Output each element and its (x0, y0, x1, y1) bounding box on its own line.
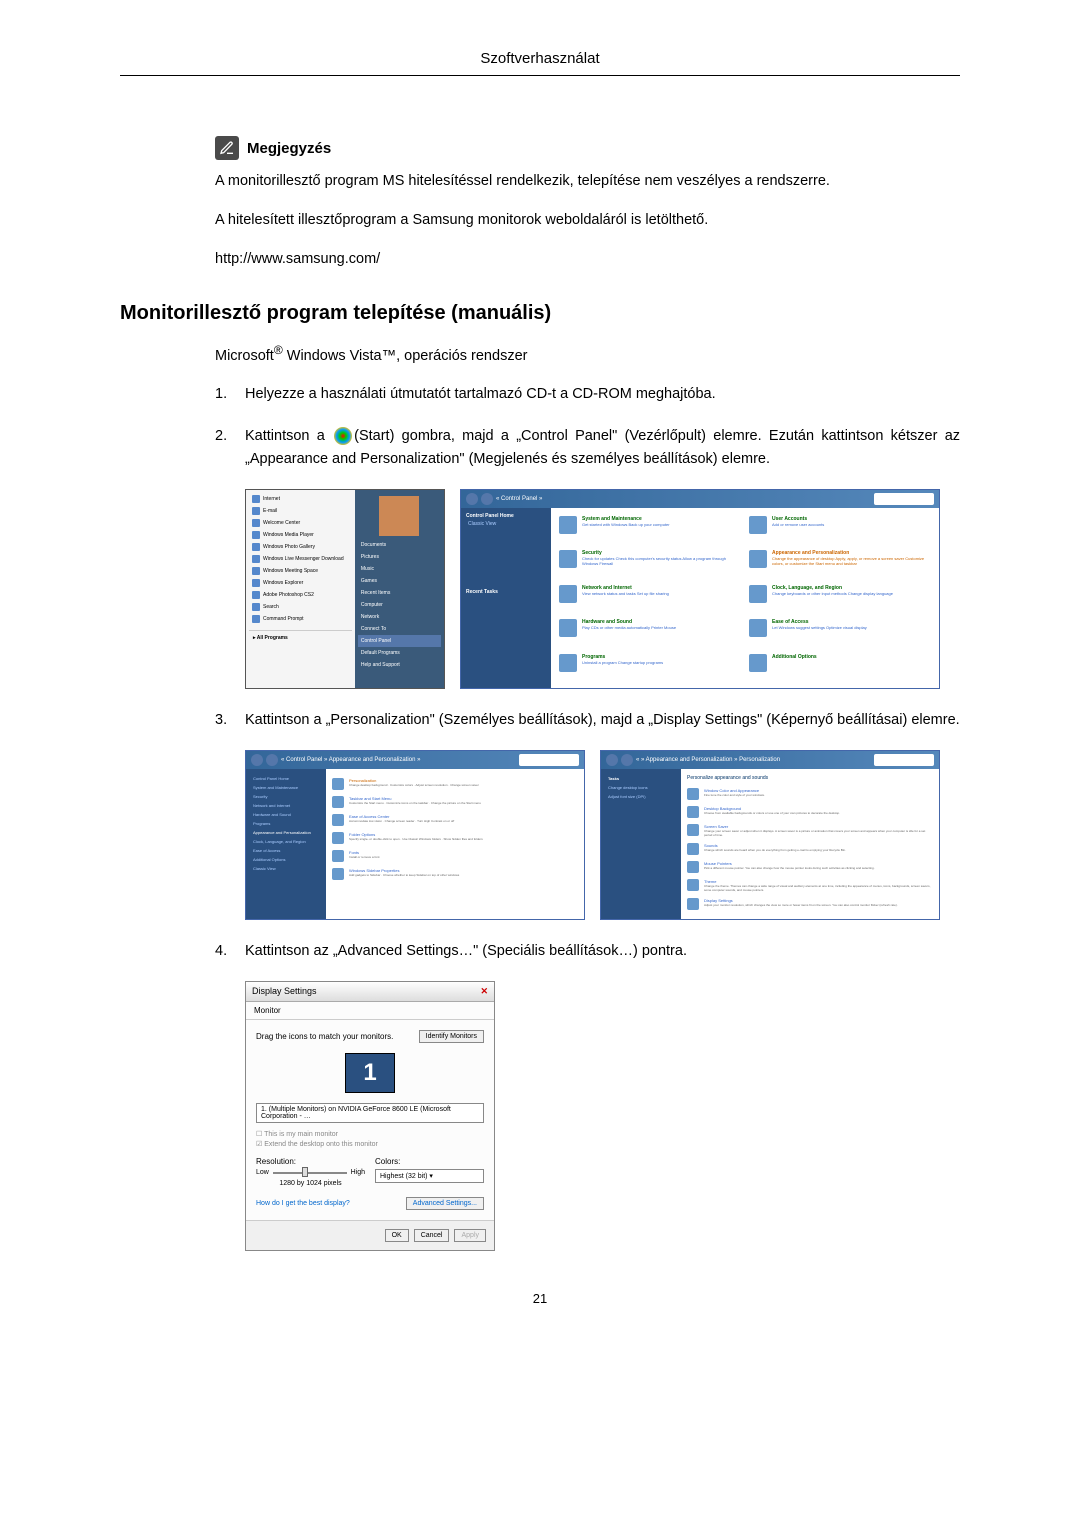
section-heading: Monitorillesztő program telepítése (manu… (120, 302, 960, 325)
start-menu-screenshot: Internet E-mail Welcome Center Windows M… (245, 489, 445, 689)
cancel-button: Cancel (414, 1229, 450, 1242)
step-1: Helyezze a használati útmutatót tartalma… (215, 383, 960, 406)
page-number: 21 (120, 1291, 960, 1306)
resolution-value: 1280 by 1024 pixels (256, 1180, 365, 1187)
resolution-label: Resolution: (256, 1157, 365, 1166)
apply-button: Apply (454, 1229, 486, 1242)
monitor-preview: 1 (345, 1053, 395, 1093)
check-extend-desktop: ☑ Extend the desktop onto this monitor (256, 1139, 484, 1149)
windows-start-icon (334, 427, 352, 445)
ds-instruction: Drag the icons to match your monitors. (256, 1032, 393, 1041)
display-settings-screenshot: Display Settings ✕ Monitor Drag the icon… (245, 981, 495, 1251)
note-paragraph-1: A monitorillesztő program MS hitelesítés… (215, 170, 960, 193)
help-link: How do I get the best display? (256, 1200, 350, 1207)
note-title: Megjegyzés (247, 140, 331, 157)
step-3: Kattintson a „Personalization" (Személye… (215, 709, 960, 732)
check-main-monitor: ☐ This is my main monitor (256, 1129, 484, 1139)
monitor-dropdown: 1. (Multiple Monitors) on NVIDIA GeForce… (256, 1103, 484, 1123)
colors-label: Colors: (375, 1157, 484, 1166)
step-4: Kattintson az „Advanced Settings…" (Spec… (215, 940, 960, 963)
header-divider (120, 75, 960, 76)
section-subtext: Microsoft® Windows Vista™, operációs ren… (215, 343, 960, 364)
page-header: Szoftverhasználat (120, 50, 960, 67)
advanced-settings-button: Advanced Settings... (406, 1197, 484, 1210)
colors-dropdown: Highest (32 bit) ▾ (375, 1169, 484, 1183)
ok-button: OK (385, 1229, 409, 1242)
close-icon: ✕ (480, 986, 488, 997)
personalization-screenshot: « » Appearance and Personalization » Per… (600, 750, 940, 920)
note-icon (215, 136, 239, 160)
note-url: http://www.samsung.com/ (215, 248, 960, 271)
step-2: Kattintson a (Start) gombra, majd a „Con… (215, 425, 960, 471)
appearance-personalization-screenshot: « Control Panel » Appearance and Persona… (245, 750, 585, 920)
identify-monitors-button: Identify Monitors (419, 1030, 484, 1043)
resolution-slider (273, 1172, 347, 1174)
note-paragraph-2: A hitelesített illesztőprogram a Samsung… (215, 209, 960, 232)
ds-title-text: Display Settings (252, 986, 317, 997)
control-panel-screenshot: « Control Panel » Control Panel Home Cla… (460, 489, 940, 689)
ds-tab-monitor: Monitor (246, 1002, 494, 1020)
